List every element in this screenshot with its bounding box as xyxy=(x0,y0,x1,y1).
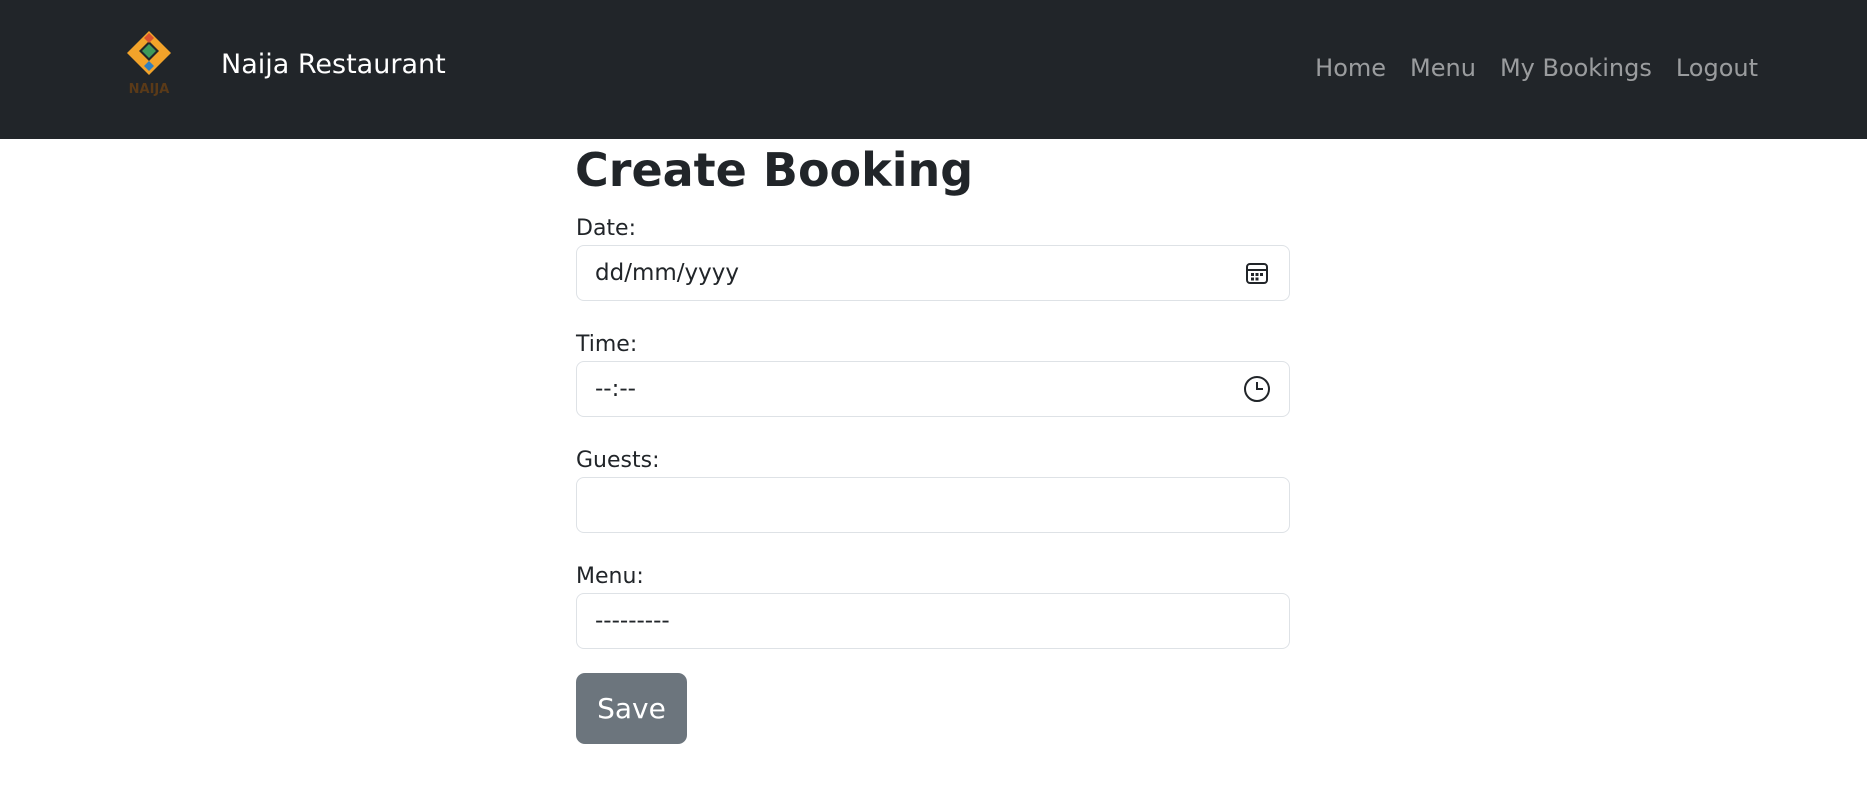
nav-link-home[interactable]: Home xyxy=(1315,49,1386,87)
navbar: NAIJA Naija Restaurant Home Menu My Book… xyxy=(0,0,1867,139)
nav-link-my-bookings[interactable]: My Bookings xyxy=(1500,49,1652,87)
logo-text: NAIJA xyxy=(129,82,170,97)
brand-name[interactable]: Naija Restaurant xyxy=(221,46,446,84)
menu-selected-value: --------- xyxy=(595,608,670,634)
time-input[interactable]: --:-- xyxy=(576,361,1290,417)
time-label: Time: xyxy=(576,332,638,357)
guests-label: Guests: xyxy=(576,448,660,473)
guests-input[interactable] xyxy=(576,477,1290,533)
nav-links: Home Menu My Bookings Logout xyxy=(1315,49,1758,87)
nav-link-menu[interactable]: Menu xyxy=(1410,49,1476,87)
page-title: Create Booking xyxy=(575,143,974,197)
calendar-icon[interactable] xyxy=(1243,259,1271,287)
save-button[interactable]: Save xyxy=(576,673,687,744)
menu-select[interactable]: --------- xyxy=(576,593,1290,649)
nav-link-logout[interactable]: Logout xyxy=(1676,49,1758,87)
clock-icon[interactable] xyxy=(1243,375,1271,403)
logo-mark xyxy=(127,31,171,75)
menu-label: Menu: xyxy=(576,564,644,589)
time-placeholder: --:-- xyxy=(595,376,636,402)
restaurant-logo[interactable]: NAIJA xyxy=(118,27,180,105)
date-placeholder: dd/mm/yyyy xyxy=(595,260,739,286)
date-input[interactable]: dd/mm/yyyy xyxy=(576,245,1290,301)
date-label: Date: xyxy=(576,216,636,241)
